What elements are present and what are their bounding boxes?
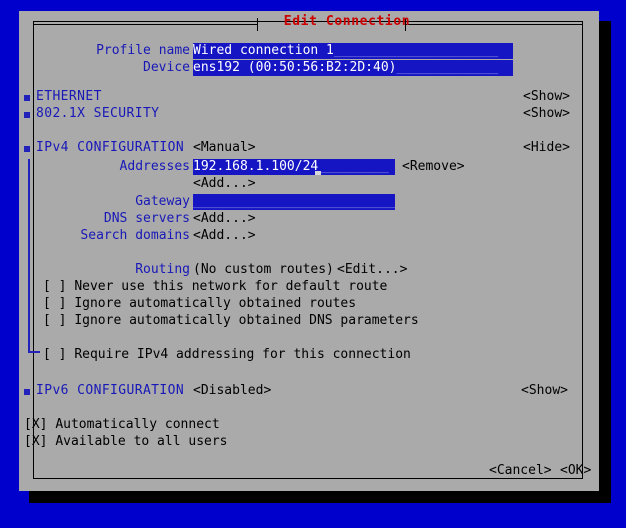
section-ethernet-toggle[interactable]: <Show> xyxy=(439,89,570,106)
checkbox-never-default-route[interactable]: [ ] Never use this network for default r… xyxy=(43,279,387,296)
dialog-title: Edit Connection xyxy=(283,14,411,29)
ipv4-group-guide xyxy=(28,159,30,353)
checkbox-require-ipv4-label: Require IPv4 addressing for this connect… xyxy=(74,347,411,362)
titlebar-tick-left xyxy=(257,18,258,31)
ipv4-method-select[interactable]: <Manual> xyxy=(193,140,256,157)
device-label: Device xyxy=(143,60,190,75)
checkbox-available-to-all-users[interactable]: [X] Available to all users xyxy=(24,434,228,451)
search-domains-label: Search domains xyxy=(80,228,190,243)
checkbox-ignore-auto-dns-mark: [ ] xyxy=(43,313,67,328)
checkbox-never-default-route-label: Never use this network for default route xyxy=(74,279,388,294)
section-ipv4-label[interactable]: IPv4 CONFIGURATION xyxy=(36,140,184,157)
section-ipv6-toggle[interactable]: <Show> xyxy=(437,383,568,400)
gateway-fill: ___________________________ xyxy=(193,194,395,209)
profile-name-fill: _____________________ xyxy=(333,43,499,58)
profile-name-value: Wired connection 1 xyxy=(193,43,334,58)
checkbox-ignore-auto-dns-label: Ignore automatically obtained DNS parame… xyxy=(74,313,419,328)
titlebar-line-left xyxy=(33,24,257,25)
checkbox-automatically-connect[interactable]: [X] Automatically connect xyxy=(24,417,220,434)
ipv4-configuration-bullet-icon xyxy=(24,146,30,152)
gateway-label: Gateway xyxy=(135,194,190,209)
section-ipv6-label[interactable]: IPv6 CONFIGURATION xyxy=(36,383,184,400)
dns-servers-label: DNS servers xyxy=(103,211,190,226)
dialog-titlebar: Edit Connection xyxy=(33,14,583,36)
cancel-button[interactable]: <Cancel> xyxy=(489,463,552,480)
checkbox-never-default-route-mark: [ ] xyxy=(43,279,67,294)
checkbox-ignore-auto-dns[interactable]: [ ] Ignore automatically obtained DNS pa… xyxy=(43,313,419,330)
checkbox-automatically-connect-label: Automatically connect xyxy=(55,417,220,432)
gateway-input[interactable]: ___________________________ xyxy=(193,194,395,210)
routing-edit-button[interactable]: <Edit...> xyxy=(337,262,407,279)
addresses-add-button[interactable]: <Add...> xyxy=(193,176,256,193)
security-8021x-bullet-icon xyxy=(24,112,30,118)
checkbox-ignore-auto-routes-mark: [ ] xyxy=(43,296,67,311)
edit-connection-dialog: Edit Connection Profile name Wired conne… xyxy=(19,11,599,491)
section-security-8021x-label[interactable]: 802.1X SECURITY xyxy=(36,106,159,123)
routing-status: (No custom routes) xyxy=(193,262,334,277)
addresses-label: Addresses xyxy=(119,159,190,174)
terminal-screen: Edit Connection Profile name Wired conne… xyxy=(0,0,626,528)
dns-servers-add-button[interactable]: <Add...> xyxy=(193,211,256,228)
addresses-fill: _________ xyxy=(318,159,389,174)
device-fill: _____________ xyxy=(396,60,499,75)
routing-label: Routing xyxy=(135,262,190,277)
addresses-remove-button[interactable]: <Remove> xyxy=(402,159,465,176)
checkbox-available-to-all-users-mark: [X] xyxy=(24,434,48,449)
ipv6-configuration-bullet-icon xyxy=(24,389,30,395)
ipv4-group-guide-end xyxy=(28,351,40,353)
device-value: ens192 (00:50:56:B2:2D:40) xyxy=(193,60,397,75)
ethernet-bullet-icon xyxy=(24,95,30,101)
checkbox-require-ipv4[interactable]: [ ] Require IPv4 addressing for this con… xyxy=(43,347,411,364)
device-input[interactable]: ens192 (00:50:56:B2:2D:40)_____________ xyxy=(193,60,513,76)
text-cursor xyxy=(315,171,321,175)
ok-button[interactable]: <OK> xyxy=(560,463,591,480)
checkbox-ignore-auto-routes[interactable]: [ ] Ignore automatically obtained routes xyxy=(43,296,356,313)
addresses-value: 192.168.1.100/24 xyxy=(193,159,319,174)
checkbox-automatically-connect-mark: [X] xyxy=(24,417,48,432)
checkbox-ignore-auto-routes-label: Ignore automatically obtained routes xyxy=(74,296,357,311)
search-domains-add-button[interactable]: <Add...> xyxy=(193,228,256,245)
profile-name-input[interactable]: Wired connection 1_____________________ xyxy=(193,43,513,59)
section-ipv4-toggle[interactable]: <Hide> xyxy=(439,140,570,157)
profile-name-label: Profile name xyxy=(96,43,190,58)
section-security-8021x-toggle[interactable]: <Show> xyxy=(439,106,570,123)
ipv6-method-select[interactable]: <Disabled> xyxy=(193,383,271,400)
addresses-input[interactable]: 192.168.1.100/24_________ xyxy=(193,159,395,175)
checkbox-available-to-all-users-label: Available to all users xyxy=(55,434,228,449)
titlebar-line-right xyxy=(405,24,583,25)
checkbox-require-ipv4-mark: [ ] xyxy=(43,347,67,362)
section-ethernet-label[interactable]: ETHERNET xyxy=(36,89,102,106)
